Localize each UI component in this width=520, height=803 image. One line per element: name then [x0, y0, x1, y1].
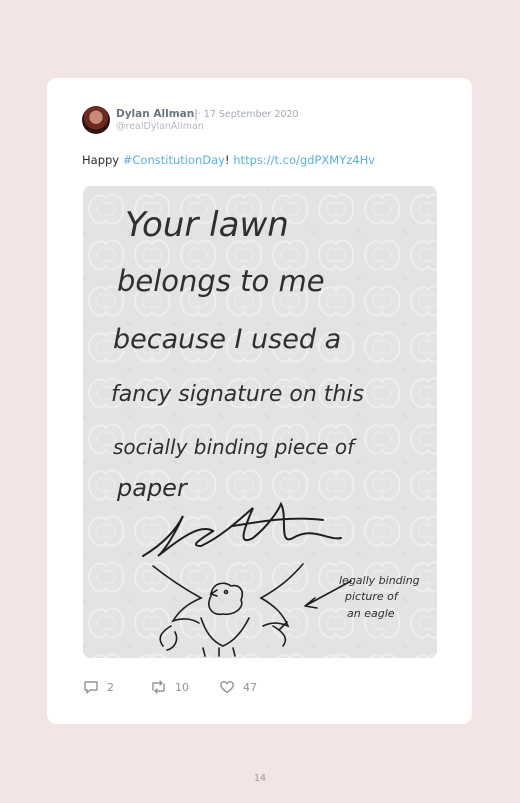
- url-link[interactable]: https://t.co/gdPXMYz4Hv: [233, 153, 375, 167]
- tweet-header: Dylan Allman|· 17 September 2020 @realDy…: [82, 106, 442, 136]
- page-number: 14: [253, 773, 267, 784]
- tweet-date: · 17 September 2020: [197, 109, 299, 120]
- note-line-3: because I used a: [113, 324, 341, 355]
- photo-canvas: Your lawn belongs to me because I used a…: [83, 186, 437, 658]
- author-line: Dylan Allman|· 17 September 2020: [116, 108, 299, 120]
- hashtag-link[interactable]: #ConstitutionDay: [123, 153, 225, 167]
- tweet-card: Dylan Allman|· 17 September 2020 @realDy…: [47, 78, 472, 724]
- tweet-actions: 2 10 47: [83, 678, 383, 698]
- note-line-1: Your lawn: [125, 205, 289, 245]
- reply-count: 2: [107, 680, 114, 694]
- reply-icon: [84, 681, 98, 694]
- retweet-count: 10: [175, 680, 189, 694]
- author-handle[interactable]: @realDylanAllman: [116, 121, 204, 132]
- note-line-6: paper: [116, 474, 189, 502]
- note-line-4: fancy signature on this: [111, 382, 364, 407]
- annotation-line-2: picture of: [344, 590, 400, 603]
- tweet-text: Happy #ConstitutionDay! https://t.co/gdP…: [82, 153, 375, 167]
- avatar[interactable]: [82, 106, 110, 134]
- annotation-line-3: an eagle: [347, 607, 395, 620]
- retweet-button[interactable]: 10: [150, 678, 189, 696]
- note-line-5: socially binding piece of: [113, 435, 357, 459]
- like-button[interactable]: 47: [219, 678, 257, 696]
- annotation-line-1: legally binding: [339, 574, 420, 587]
- like-count: 47: [243, 680, 257, 694]
- tweet-photo[interactable]: Your lawn belongs to me because I used a…: [83, 186, 437, 658]
- reply-button[interactable]: 2: [83, 678, 114, 696]
- tweet-text-prefix: Happy: [82, 153, 123, 167]
- retweet-icon: [152, 680, 165, 694]
- note-line-2: belongs to me: [117, 264, 325, 298]
- author-name[interactable]: Dylan Allman: [116, 108, 194, 120]
- heart-icon: [220, 681, 234, 694]
